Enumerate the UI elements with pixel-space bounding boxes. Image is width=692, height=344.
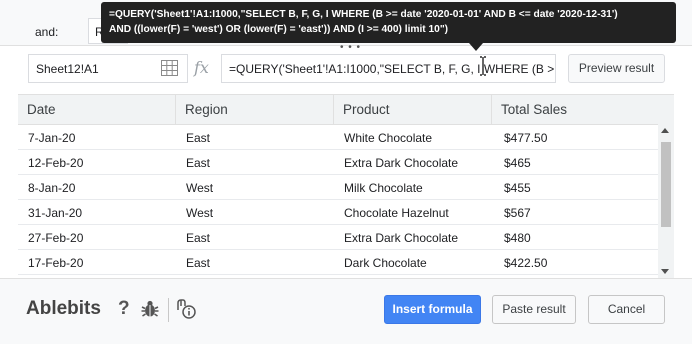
results-table: Date Region Product Total Sales 7-Jan-20…	[18, 94, 674, 278]
table-row: 7-Jan-20 East White Chocolate $477.50	[18, 125, 658, 150]
table-row: 8-Jan-20 West Milk Chocolate $455	[18, 175, 658, 200]
tooltip-line-2: AND ((lower(F) = 'west') OR (lower(F) = …	[109, 24, 449, 35]
cell-product: Milk Chocolate	[344, 181, 423, 195]
scroll-up-icon[interactable]	[661, 128, 669, 133]
cell-date: 31-Jan-20	[28, 206, 83, 220]
column-header-region: Region	[176, 95, 334, 125]
cell-product: White Chocolate	[344, 131, 433, 145]
cell-product: Extra Dark Chocolate	[344, 231, 459, 245]
table-row: 12-Feb-20 East Extra Dark Chocolate $465	[18, 150, 658, 175]
cell-product: Dark Chocolate	[344, 256, 427, 270]
grid-icon[interactable]	[161, 60, 178, 76]
cell-total-sales: $465	[504, 156, 531, 170]
column-header-product: Product	[334, 95, 492, 125]
column-header-date: Date	[18, 95, 176, 125]
question-icon[interactable]: ?	[118, 298, 130, 320]
cell-date: 17-Feb-20	[28, 256, 84, 270]
footer-divider	[168, 298, 169, 322]
cell-region: East	[186, 156, 211, 170]
tooltip-arrow	[469, 43, 483, 51]
bug-icon[interactable]	[140, 299, 160, 319]
cell-region: West	[186, 181, 214, 195]
cell-date: 12-Feb-20	[28, 156, 84, 170]
cell-total-sales: $477.50	[504, 131, 548, 145]
cell-total-sales: $455	[504, 181, 531, 195]
cell-region: West	[186, 206, 214, 220]
cancel-button[interactable]: Cancel	[588, 295, 665, 324]
ablebits-logo[interactable]: Ablebits	[26, 298, 101, 320]
resize-dots-icon: • • •	[340, 42, 362, 53]
scrollbar-thumb[interactable]	[661, 142, 671, 227]
cell-date: 7-Jan-20	[28, 131, 76, 145]
tooltip-line-1: =QUERY('Sheet1'!A1:I1000,"SELECT B, F, G…	[109, 9, 618, 20]
cell-date: 8-Jan-20	[28, 181, 76, 195]
table-header: Date Region Product Total Sales	[18, 95, 674, 125]
table-row: 27-Feb-20 East Extra Dark Chocolate $480	[18, 225, 658, 250]
range-input-value: Sheet12!A1	[36, 62, 99, 76]
cell-total-sales: $567	[504, 206, 531, 220]
info-icon[interactable]	[175, 298, 197, 320]
formula-tooltip: =QUERY('Sheet1'!A1:I1000,"SELECT B, F, G…	[101, 2, 676, 43]
fx-icon: fx	[194, 58, 209, 77]
table-row: 17-Feb-20 East Dark Chocolate $422.50	[18, 250, 658, 275]
scroll-down-icon[interactable]	[661, 269, 669, 274]
formula-input[interactable]: =QUERY('Sheet1'!A1:I1000,"SELECT B, F, G…	[221, 54, 556, 83]
cell-total-sales: $480	[504, 231, 531, 245]
paste-result-button[interactable]: Paste result	[492, 295, 576, 324]
cell-date: 27-Feb-20	[28, 231, 84, 245]
cell-region: East	[186, 131, 211, 145]
cell-region: East	[186, 231, 211, 245]
cell-product: Extra Dark Chocolate	[344, 156, 459, 170]
cell-product: Chocolate Hazelnut	[344, 206, 449, 220]
table-body: 7-Jan-20 East White Chocolate $477.50 12…	[18, 125, 658, 279]
cell-total-sales: $422.50	[504, 256, 548, 270]
table-row: 31-Jan-20 West Chocolate Hazelnut $567	[18, 200, 658, 225]
preview-result-button[interactable]: Preview result	[568, 54, 665, 83]
text-cursor-icon	[480, 56, 486, 76]
formula-input-value: =QUERY('Sheet1'!A1:I1000,"SELECT B, F, G…	[229, 62, 555, 76]
cell-region: East	[186, 256, 211, 270]
column-header-total-sales: Total Sales	[501, 102, 568, 117]
and-label: and:	[35, 25, 59, 39]
insert-formula-button[interactable]: Insert formula	[384, 295, 481, 324]
